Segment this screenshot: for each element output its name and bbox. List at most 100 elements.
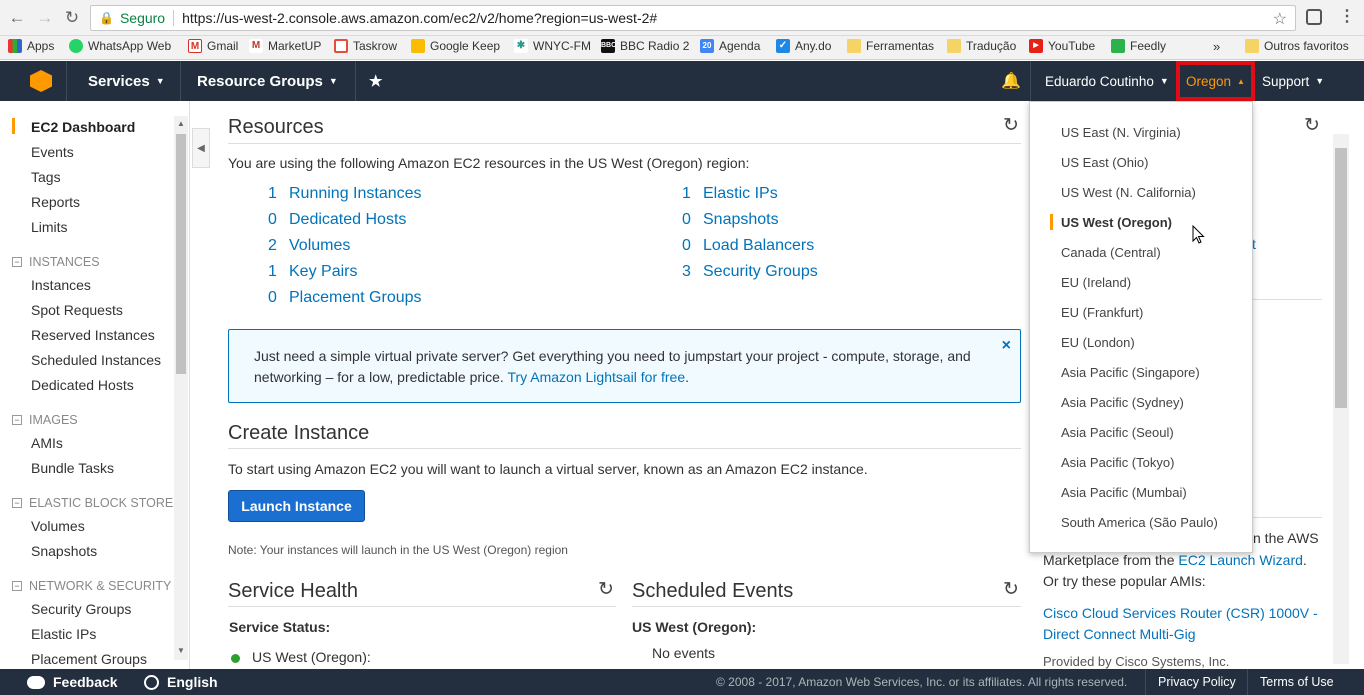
sidebar-item-limits[interactable]: Limits: [31, 219, 68, 235]
sidebar-item-instances[interactable]: Instances: [31, 277, 91, 293]
bookmark-gmail[interactable]: M Gmail: [188, 39, 238, 53]
region-option[interactable]: US West (N. California): [1061, 185, 1196, 200]
bookmark-traducao[interactable]: Tradução: [947, 39, 1016, 53]
right-panel-scrollbar-thumb[interactable]: [1335, 148, 1347, 408]
bookmark-whatsapp[interactable]: WhatsApp Web: [69, 39, 171, 53]
privacy-policy-link[interactable]: Privacy Policy: [1158, 669, 1236, 695]
resource-placement-groups[interactable]: 0 Placement Groups: [268, 289, 422, 307]
pin-icon[interactable]: ★: [369, 61, 382, 101]
sidebar-item-bundle-tasks[interactable]: Bundle Tasks: [31, 460, 114, 476]
launch-wizard-link[interactable]: EC2 Launch Wizard: [1178, 552, 1303, 568]
language-selector[interactable]: English: [144, 669, 218, 695]
footer-divider: [1247, 669, 1248, 695]
sidebar-item-elastic-ips[interactable]: Elastic IPs: [31, 626, 96, 642]
region-option[interactable]: EU (Frankfurt): [1061, 305, 1143, 320]
sidebar-item-reserved-instances[interactable]: Reserved Instances: [31, 327, 155, 343]
bookmarks-overflow-icon[interactable]: »: [1213, 39, 1220, 54]
region-option[interactable]: EU (Ireland): [1061, 275, 1131, 290]
bookmark-ferramentas[interactable]: Ferramentas: [847, 39, 934, 53]
sidebar-item-spot-requests[interactable]: Spot Requests: [31, 302, 123, 318]
sidebar-scrollbar-thumb[interactable]: [176, 134, 186, 374]
sidebar-item-reports[interactable]: Reports: [31, 194, 80, 210]
url-text[interactable]: https://us-west-2.console.aws.amazon.com…: [182, 10, 657, 26]
resource-load-balancers[interactable]: 0 Load Balancers: [682, 237, 814, 255]
bookmark-agenda[interactable]: 20 Agenda: [700, 39, 760, 53]
terms-of-use-link[interactable]: Terms of Use: [1260, 669, 1334, 695]
bookmark-star-icon[interactable]: ☆: [1273, 9, 1287, 29]
resource-key-pairs[interactable]: 1 Key Pairs: [268, 263, 357, 281]
bookmark-feedly[interactable]: Feedly: [1111, 39, 1166, 53]
sidebar-item-volumes[interactable]: Volumes: [31, 518, 85, 534]
resource-groups-menu[interactable]: Resource Groups ▼: [197, 61, 338, 101]
bookmark-other[interactable]: Outros favoritos: [1245, 39, 1349, 53]
sidebar-section-images[interactable]: − IMAGES: [12, 413, 78, 427]
reload-icon[interactable]: ↻: [61, 7, 83, 29]
selected-region-indicator: [1050, 214, 1053, 230]
region-option[interactable]: Asia Pacific (Mumbai): [1061, 485, 1187, 500]
aws-logo-icon[interactable]: [30, 70, 52, 92]
region-option[interactable]: Asia Pacific (Seoul): [1061, 425, 1174, 440]
close-icon[interactable]: ×: [1002, 337, 1011, 355]
sidebar-item-dedicated-hosts[interactable]: Dedicated Hosts: [31, 377, 134, 393]
refresh-icon[interactable]: ↻: [1003, 578, 1019, 601]
menu-icon[interactable]: ⋮: [1339, 6, 1355, 26]
region-option[interactable]: EU (London): [1061, 335, 1135, 350]
scroll-up-icon[interactable]: ▲: [177, 119, 185, 128]
bookmark-marketup[interactable]: M MarketUP: [249, 39, 321, 53]
back-icon[interactable]: ←: [6, 7, 28, 29]
launch-instance-button[interactable]: Launch Instance: [228, 490, 365, 522]
sidebar-item-events[interactable]: Events: [31, 144, 74, 160]
refresh-icon[interactable]: ↻: [1304, 114, 1320, 137]
region-option[interactable]: US East (Ohio): [1061, 155, 1148, 170]
sidebar-item-tags[interactable]: Tags: [31, 169, 61, 185]
collapse-sidebar-button[interactable]: ◀: [192, 128, 210, 168]
resource-security-groups[interactable]: 3 Security Groups: [682, 263, 818, 281]
bookmark-google-keep[interactable]: Google Keep: [411, 39, 500, 53]
region-selector[interactable]: Oregon ▲: [1176, 61, 1255, 101]
refresh-icon[interactable]: ↻: [598, 578, 614, 601]
region-option[interactable]: Asia Pacific (Singapore): [1061, 365, 1200, 380]
sidebar-section-ebs[interactable]: − ELASTIC BLOCK STORE: [12, 496, 173, 510]
region-option[interactable]: Canada (Central): [1061, 245, 1161, 260]
bookmark-youtube[interactable]: ▶ YouTube: [1029, 39, 1095, 53]
sidebar-item-snapshots[interactable]: Snapshots: [31, 543, 97, 559]
region-option-selected[interactable]: US West (Oregon): [1061, 215, 1172, 230]
pocket-extension-icon[interactable]: [1306, 9, 1322, 25]
resource-snapshots[interactable]: 0 Snapshots: [682, 211, 779, 229]
console-footer: Feedback English © 2008 - 2017, Amazon W…: [0, 669, 1364, 695]
forward-icon[interactable]: →: [34, 7, 56, 29]
bookmark-anydo[interactable]: ✓ Any.do: [776, 39, 831, 53]
region-option[interactable]: South America (São Paulo): [1061, 515, 1218, 530]
lightsail-link[interactable]: Try Amazon Lightsail for free: [507, 369, 685, 385]
whatsapp-icon: [69, 39, 83, 53]
notifications-bell-icon[interactable]: 🔔: [1001, 61, 1021, 101]
services-menu[interactable]: Services ▼: [88, 61, 165, 101]
feedback-button[interactable]: Feedback: [27, 669, 118, 695]
region-option[interactable]: Asia Pacific (Tokyo): [1061, 455, 1174, 470]
bookmark-apps[interactable]: Apps: [8, 39, 54, 53]
calendar-icon: 20: [700, 39, 714, 53]
resource-dedicated-hosts[interactable]: 0 Dedicated Hosts: [268, 211, 406, 229]
region-option[interactable]: US East (N. Virginia): [1061, 125, 1181, 140]
scroll-down-icon[interactable]: ▼: [177, 646, 185, 655]
region-option[interactable]: Asia Pacific (Sydney): [1061, 395, 1184, 410]
sidebar-item-security-groups[interactable]: Security Groups: [31, 601, 131, 617]
support-menu[interactable]: Support ▼: [1262, 61, 1324, 101]
sidebar-item-scheduled-instances[interactable]: Scheduled Instances: [31, 352, 161, 368]
resource-running-instances[interactable]: 1 Running Instances: [268, 185, 422, 203]
sidebar-item-ec2-dashboard[interactable]: EC2 Dashboard: [31, 119, 135, 135]
bookmark-taskrow[interactable]: Taskrow: [334, 39, 397, 53]
sidebar-section-network-security[interactable]: − NETWORK & SECURITY: [12, 579, 171, 593]
refresh-icon[interactable]: ↻: [1003, 114, 1019, 137]
user-menu[interactable]: Eduardo Coutinho ▼: [1045, 61, 1169, 101]
sidebar-item-amis[interactable]: AMIs: [31, 435, 63, 451]
address-bar[interactable]: 🔒 Seguro https://us-west-2.console.aws.a…: [90, 5, 1296, 31]
sidebar-section-instances[interactable]: − INSTANCES: [12, 255, 100, 269]
resource-volumes[interactable]: 2 Volumes: [268, 237, 350, 255]
resource-elastic-ips[interactable]: 1 Elastic IPs: [682, 185, 778, 203]
bookmark-wnyc[interactable]: ✱ WNYC-FM: [514, 39, 591, 53]
cisco-ami-link[interactable]: Cisco Cloud Services Router (CSR) 1000V …: [1043, 603, 1323, 645]
bookmark-bbc[interactable]: BBC BBC Radio 2: [601, 39, 689, 53]
header-divider: [1030, 61, 1031, 101]
sidebar-item-placement-groups[interactable]: Placement Groups: [31, 651, 147, 667]
